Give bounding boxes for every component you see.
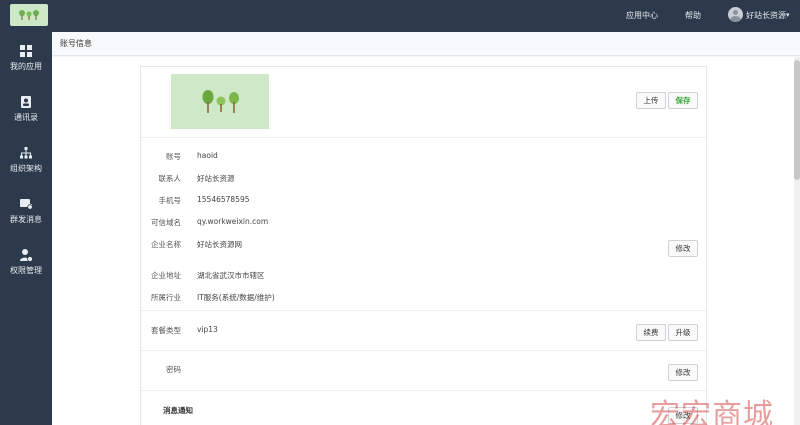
divider <box>141 390 706 391</box>
grid-icon <box>20 45 32 57</box>
sidebar-item-label: 权限管理 <box>10 266 42 275</box>
company-logo <box>171 74 269 129</box>
watermark: 宏宏商城 <box>650 398 774 425</box>
breadcrumb: 账号信息 <box>60 39 92 48</box>
industry-value: IT服务(系统/数据/维护) <box>197 293 275 302</box>
sidebar-item-label: 我的应用 <box>10 62 42 71</box>
account-value: haoid <box>197 151 218 160</box>
divider <box>141 310 706 311</box>
message-icon <box>20 199 33 210</box>
notification-title: 消息通知 <box>163 406 193 415</box>
password-label: 密码 <box>166 365 181 374</box>
sidebar-item-my-apps[interactable]: 我的应用 <box>0 36 52 82</box>
user-avatar-icon[interactable] <box>728 7 743 22</box>
contact-label: 联系人 <box>158 174 182 183</box>
trees-logo-icon <box>202 90 239 113</box>
divider <box>141 350 706 351</box>
chevron-down-icon[interactable]: ▾ <box>786 11 790 19</box>
upgrade-button[interactable]: 升级 <box>668 324 698 341</box>
user-name[interactable]: 好站长资源 <box>746 10 786 21</box>
upload-button[interactable]: 上传 <box>636 92 666 109</box>
phone-value: 15546578595 <box>197 195 250 204</box>
company-address-value: 湖北省武汉市市辖区 <box>197 271 265 280</box>
divider <box>141 137 706 138</box>
contact-value: 好站长资源 <box>197 174 235 183</box>
edit-password-button[interactable]: 修改 <box>668 364 698 381</box>
save-button[interactable]: 保存 <box>668 92 698 109</box>
sidebar: 我的应用 通讯录 组织架构 群发消息 权限管理 <box>0 32 52 425</box>
help-link[interactable]: 帮助 <box>685 10 701 21</box>
account-label: 账号 <box>166 152 181 161</box>
company-address-label: 企业地址 <box>151 271 181 280</box>
company-name-label: 企业名称 <box>151 240 181 249</box>
trees-logo-icon <box>19 10 39 20</box>
edit-account-button[interactable]: 修改 <box>668 240 698 257</box>
breadcrumb-bar: 账号信息 <box>52 32 800 56</box>
scrollbar-thumb[interactable] <box>794 60 800 180</box>
trusted-domain-label: 可信域名 <box>151 218 181 227</box>
app-logo[interactable] <box>10 4 48 26</box>
renew-button[interactable]: 续费 <box>636 324 666 341</box>
account-info-card: 上传 保存 账号 haoid 联系人 好站长资源 手机号 15546578595… <box>140 66 707 425</box>
sidebar-item-label: 通讯录 <box>14 113 38 122</box>
sidebar-item-org-structure[interactable]: 组织架构 <box>0 138 52 184</box>
contact-book-icon <box>21 96 31 108</box>
sidebar-item-label: 组织架构 <box>10 164 42 173</box>
trusted-domain-value: qy.workweixin.com <box>197 217 269 226</box>
industry-label: 所属行业 <box>151 293 181 302</box>
user-settings-icon <box>20 249 33 262</box>
phone-label: 手机号 <box>158 196 182 205</box>
plan-type-label: 套餐类型 <box>151 326 181 335</box>
top-bar: 应用中心 帮助 好站长资源 ▾ <box>0 0 800 32</box>
sidebar-item-label: 群发消息 <box>10 215 42 224</box>
sidebar-item-broadcast[interactable]: 群发消息 <box>0 189 52 235</box>
sidebar-item-contacts[interactable]: 通讯录 <box>0 87 52 133</box>
app-center-link[interactable]: 应用中心 <box>626 10 658 21</box>
sidebar-item-permissions[interactable]: 权限管理 <box>0 240 52 286</box>
company-name-value: 好站长资源网 <box>197 240 242 249</box>
org-chart-icon <box>20 147 32 159</box>
plan-type-value: vip13 <box>197 325 218 334</box>
